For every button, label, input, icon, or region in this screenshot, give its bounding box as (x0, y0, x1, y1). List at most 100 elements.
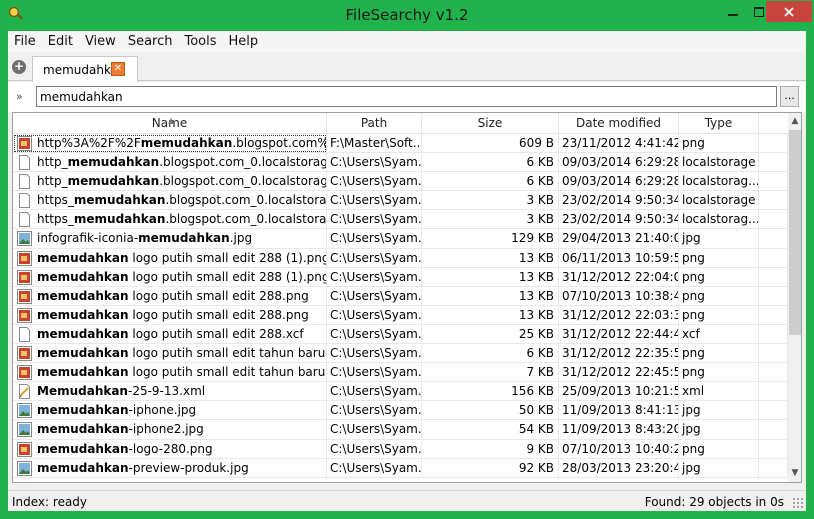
table-row[interactable]: https_memudahkan.blogspot.com_0.localsto… (13, 210, 788, 230)
table-row[interactable]: memudahkan-iphone.jpg C:\Users\Syam... 50 … (13, 401, 788, 421)
close-icon (784, 6, 794, 17)
cell-path: C:\Users\Syam... (327, 248, 422, 268)
menu-edit[interactable]: Edit (42, 31, 79, 52)
resize-grip-icon[interactable] (792, 497, 804, 509)
cell-type: jpg (679, 458, 759, 478)
table-row[interactable]: http%3A%2F%2Fmemudahkan.blogspot.com%2Ff… (13, 134, 788, 154)
table-row[interactable]: memudahkan-preview-produk.jpg C:\Users\Sy… (13, 458, 788, 478)
cell-filler (759, 439, 788, 459)
add-tab-plus-icon[interactable]: + (12, 60, 26, 74)
cell-name: memudahkan logo putih small edit 288.png (13, 305, 327, 325)
cell-path: C:\Users\Syam... (327, 382, 422, 402)
vertical-scrollbar[interactable]: ▲ ▼ (788, 113, 801, 482)
name-prefix: https_ (37, 193, 74, 208)
table-row[interactable]: memudahkan logo putih small edit 288.png… (13, 305, 788, 325)
table-row[interactable]: memudahkan-logo-280.png C:\Users\Syam... 9… (13, 439, 788, 459)
menu-help[interactable]: Help (223, 31, 265, 52)
app-window: FileSearchy v1.2 File Edit View Search T… (0, 0, 814, 519)
cell-size: 3 KB (422, 191, 559, 211)
cell-size: 6 KB (422, 344, 559, 364)
name-suffix: .blogspot.com_0.localstorage-journal (165, 212, 327, 227)
name-suffix: logo putih small edit 288.xcf (128, 326, 304, 341)
cell-date: 31/12/2012 22:44:40 (559, 324, 679, 344)
cell-date: 11/09/2013 8:41:13 (559, 401, 679, 421)
found-count: Found: 29 objects in 0s (644, 495, 784, 509)
table-row[interactable]: memudahkan logo putih small edit tahun b… (13, 344, 788, 364)
column-header-size[interactable]: Size (422, 113, 559, 134)
cell-size: 7 KB (422, 363, 559, 383)
column-header-path[interactable]: Path (327, 113, 422, 134)
scroll-down-arrow-icon[interactable]: ▼ (788, 465, 801, 482)
cell-type: xcf (679, 324, 759, 344)
column-header-name[interactable]: ▲ Name (13, 113, 327, 134)
tab-close-icon[interactable]: ✕ (111, 62, 125, 76)
cell-type: png (679, 267, 759, 287)
name-suffix: logo putih small edit 288 (1).png (128, 269, 327, 284)
cell-size: 54 KB (422, 420, 559, 440)
menu-file[interactable]: File (8, 31, 42, 52)
name-match: memudahkan (37, 460, 129, 475)
menu-tools[interactable]: Tools (178, 31, 222, 52)
cell-filler (759, 420, 788, 440)
expand-options-chevron-icon[interactable]: » (16, 90, 23, 103)
cell-filler (759, 153, 788, 173)
cell-name: memudahkan logo putih small edit 288.xcf (13, 324, 327, 344)
table-row[interactable]: http_memudahkan.blogspot.com_0.localstor… (13, 172, 788, 192)
cell-size: 609 B (422, 134, 559, 153)
cell-filler (759, 382, 788, 402)
cell-filler (759, 248, 788, 268)
browse-button[interactable]: ... (780, 86, 799, 107)
cell-filler (759, 134, 788, 153)
table-row[interactable]: memudahkan logo putih small edit tahun b… (13, 363, 788, 383)
tab-memudahkan[interactable]: memudahkan ✕ (32, 56, 138, 82)
cell-type: xml (679, 382, 759, 402)
name-match: Memudahkan (37, 384, 128, 399)
cell-date: 11/09/2013 8:43:20 (559, 420, 679, 440)
name-match: memudahkan (37, 250, 129, 265)
table-row[interactable]: memudahkan logo putih small edit 288 (1)… (13, 267, 788, 287)
table-row[interactable]: memudahkan-iphone2.jpg C:\Users\Syam... 54… (13, 420, 788, 440)
cell-name: memudahkan logo putih small edit 288 (1)… (13, 267, 327, 287)
name-suffix: logo putih small edit tahun baru.png (132, 346, 326, 361)
table-row[interactable]: memudahkan logo putih small edit 288.png… (13, 286, 788, 306)
minimize-button[interactable] (720, 1, 746, 22)
cell-type: localstorage (679, 191, 759, 211)
cell-path: C:\Users\Syam... (327, 286, 422, 306)
name-match: memudahkan (67, 155, 160, 170)
column-header-date[interactable]: Date modified (559, 113, 679, 134)
cell-date: 07/10/2013 10:40:25 (559, 439, 679, 459)
table-row[interactable]: memudahkan logo putih small edit 288.xcf… (13, 324, 788, 345)
cell-path: C:\Users\Syam... (327, 439, 422, 459)
name-match: memudahkan (37, 403, 129, 418)
table-row[interactable]: Memudahkan-25-9-13.xml C:\Users\Syam... 15… (13, 382, 788, 402)
blank-file-icon (17, 212, 32, 228)
search-input[interactable] (36, 86, 777, 107)
blank-file-icon (17, 326, 32, 342)
close-window-button[interactable] (766, 1, 812, 22)
menu-view[interactable]: View (79, 31, 122, 52)
tab-bar: + memudahkan ✕ (8, 53, 806, 82)
name-suffix: -25-9-13.xml (127, 384, 206, 399)
name-suffix: -preview-produk.jpg (128, 460, 249, 475)
cell-name: memudahkan-preview-produk.jpg (13, 458, 327, 478)
table-row[interactable]: http_memudahkan.blogspot.com_0.localstor… (13, 153, 788, 173)
column-header-type[interactable]: Type (679, 113, 759, 134)
scrollbar-thumb[interactable] (789, 130, 801, 335)
window-title: FileSearchy v1.2 (345, 6, 469, 24)
cell-filler (759, 286, 788, 306)
cell-name: memudahkan logo putih small edit 288 (1)… (13, 248, 327, 268)
name-match: memudahkan (37, 307, 129, 322)
table-row[interactable]: infografik-iconia-memudahkan.jpg C:\Users… (13, 229, 788, 249)
title-bar[interactable]: FileSearchy v1.2 (0, 0, 814, 31)
menu-search[interactable]: Search (122, 31, 179, 52)
name-prefix: http%3A%2F%2F (37, 136, 141, 150)
scroll-up-arrow-icon[interactable]: ▲ (788, 113, 801, 130)
cell-filler (759, 172, 788, 192)
cell-size: 92 KB (422, 458, 559, 478)
cell-size: 9 KB (422, 439, 559, 459)
name-match: memudahkan (73, 212, 166, 227)
table-row[interactable]: https_memudahkan.blogspot.com_0.localsto… (13, 191, 788, 211)
table-row[interactable]: memudahkan logo putih small edit 288 (1)… (13, 248, 788, 268)
cell-type: png (679, 363, 759, 383)
name-match: memudahkan (37, 346, 129, 361)
